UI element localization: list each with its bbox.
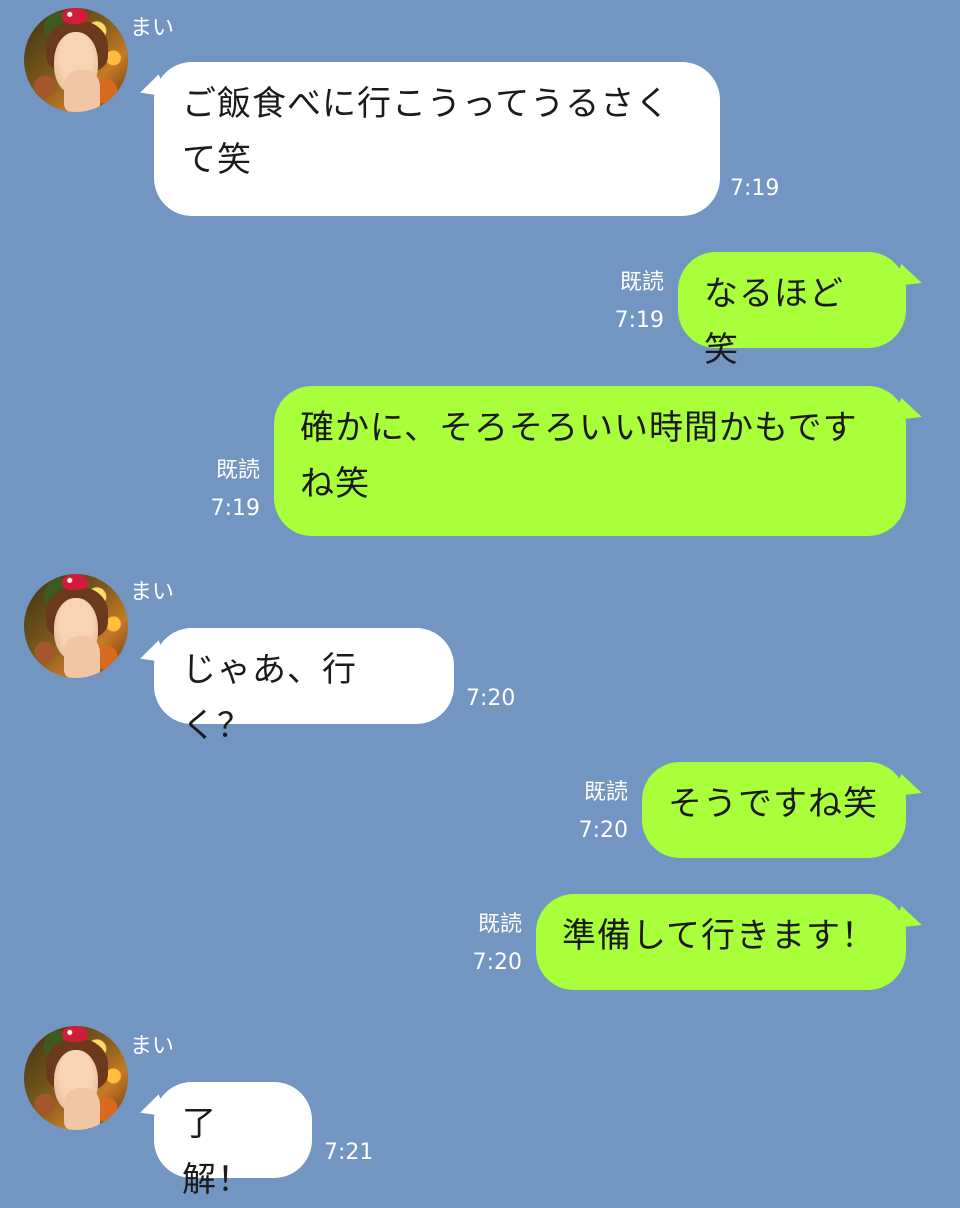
message-text: なるほど笑 [704,274,844,370]
message-bubble[interactable]: そうですね笑 [642,762,906,858]
message-bubble[interactable]: 確かに、そろそろいい時間かもですね笑 [274,386,906,536]
sender-name: まい [130,1034,175,1059]
sender-name: まい [130,16,175,41]
read-receipt: 既読 [215,458,260,483]
message-time: 7:19 [210,496,260,521]
message-bubble[interactable]: なるほど笑 [678,252,906,370]
contact-avatar[interactable] [24,8,128,112]
contact-avatar[interactable] [24,574,128,678]
read-receipt: 既読 [583,780,628,805]
message-time: 7:20 [578,818,628,843]
message-text: そうですね笑 [668,784,878,824]
message-time: 7:19 [614,308,664,333]
message-text: 準備して行きます！ [562,916,876,956]
message-bubble[interactable]: じゃあ、行く？ [154,628,454,746]
message-bubble[interactable]: 了解！ [154,1082,312,1200]
message-bubble[interactable]: ご飯食べに行こうってうるさくて笑 [154,62,720,216]
message-time: 7:20 [466,686,516,711]
message-time: 7:20 [472,950,522,975]
message-text: じゃあ、行く？ [182,650,357,746]
sender-name: まい [130,580,175,605]
message-text: ご飯食べに行こうってうるさくて笑 [182,84,671,180]
contact-avatar[interactable] [24,1026,128,1130]
message-text: 確かに、そろそろいい時間かもですね笑 [300,408,858,504]
message-time: 7:21 [324,1140,374,1165]
read-receipt: 既読 [477,912,522,937]
read-receipt: 既読 [619,270,664,295]
message-bubble[interactable]: 準備して行きます！ [536,894,906,990]
message-time: 7:19 [730,176,780,201]
message-text: 了解！ [182,1104,252,1200]
